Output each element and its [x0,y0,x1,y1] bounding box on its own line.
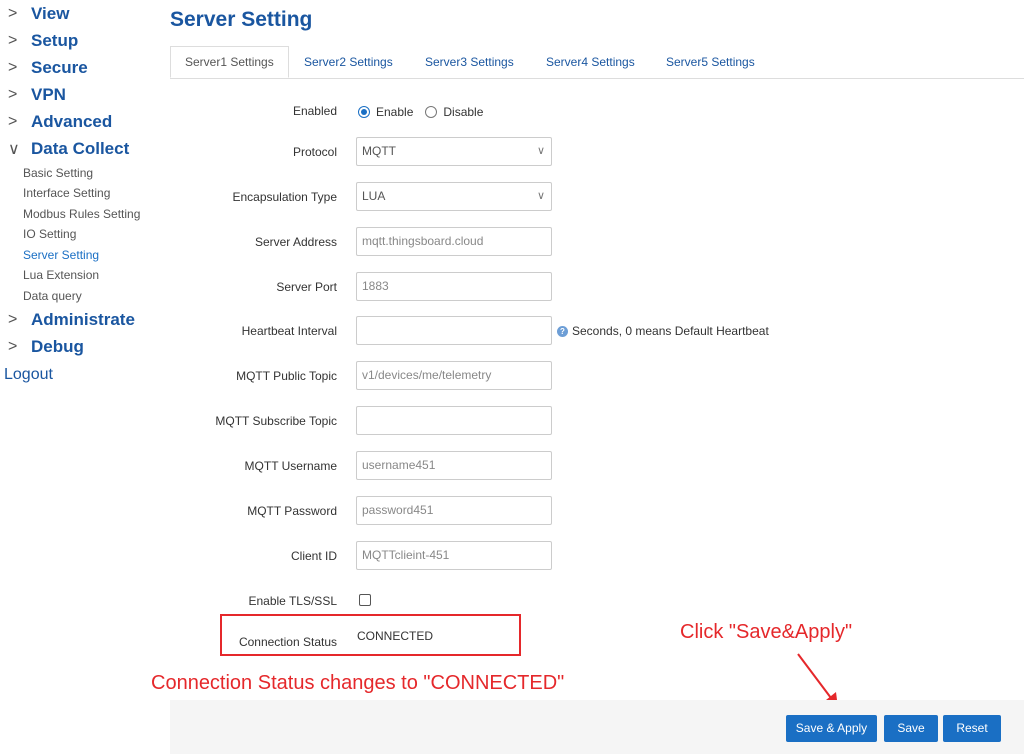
enable-radio[interactable] [358,105,370,118]
protocol-label: Protocol [292,145,337,159]
server-address-input[interactable]: mqtt.thingsboard.cloud [356,227,552,256]
username-label: MQTT Username [244,459,337,473]
chevron-right-icon: > [8,32,18,49]
status-highlight-box [220,614,521,656]
encapsulation-select[interactable]: LUA ∨ [356,182,552,211]
username-input[interactable]: username451 [356,451,552,480]
heartbeat-hint-text: Seconds, 0 means Default Heartbeat [572,324,769,338]
chevron-down-icon: ∨ [536,145,545,157]
tab-server1[interactable]: Server1 Settings [170,46,289,78]
password-label: MQTT Password [247,504,337,518]
chevron-right-icon: > [8,113,18,130]
enabled-label: Enabled [292,104,337,118]
server-tabs: Server1 Settings Server2 Settings Server… [170,46,1024,79]
nav-view[interactable]: > View [8,1,69,27]
nav-administrate[interactable]: > Administrate [8,307,135,333]
chevron-down-icon: ∨ [8,141,20,158]
reset-button[interactable]: Reset [943,715,1001,742]
chevron-right-icon: > [8,86,18,103]
enable-radio-label: Enable [376,104,414,119]
chevron-right-icon: > [8,5,18,22]
protocol-value: MQTT [362,144,396,158]
public-topic-input[interactable]: v1/devices/me/telemetry [356,361,552,390]
encapsulation-label: Encapsulation Type [232,190,337,204]
click-hint-annotation: Click "Save&Apply" [680,621,853,643]
save-button[interactable]: Save [884,715,938,742]
subscribe-topic-label: MQTT Subscribe Topic [215,414,337,428]
sidebar-item-data-query[interactable]: Data query [23,287,82,305]
sidebar-item-modbus-rules[interactable]: Modbus Rules Setting [23,205,140,223]
tab-server5[interactable]: Server5 Settings [666,46,755,78]
tab-server4[interactable]: Server4 Settings [546,46,635,78]
heartbeat-hint: ? Seconds, 0 means Default Heartbeat [557,324,769,338]
sidebar-item-basic-setting[interactable]: Basic Setting [23,164,93,182]
subscribe-topic-input[interactable] [356,406,552,435]
chevron-right-icon: > [8,311,18,328]
logout-link[interactable]: Logout [4,366,53,384]
sidebar-item-interface-setting[interactable]: Interface Setting [23,184,110,202]
status-hint-annotation: Connection Status changes to "CONNECTED" [151,672,565,694]
chevron-right-icon: > [8,59,18,76]
chevron-down-icon: ∨ [536,190,545,202]
heartbeat-input[interactable] [356,316,552,345]
nav-advanced[interactable]: > Advanced [8,109,112,135]
protocol-select[interactable]: MQTT ∨ [356,137,552,166]
nav-data-collect[interactable]: ∨ Data Collect [8,136,129,162]
nav-debug[interactable]: > Debug [8,334,84,360]
tls-checkbox[interactable] [359,594,371,606]
tls-label: Enable TLS/SSL [248,594,337,608]
save-apply-button[interactable]: Save & Apply [786,715,877,742]
nav-vpn[interactable]: > VPN [8,82,66,108]
sidebar-item-io-setting[interactable]: IO Setting [23,225,76,243]
help-icon: ? [557,325,568,337]
server-port-label: Server Port [276,280,337,294]
page-title: Server Setting [170,8,313,31]
nav-setup[interactable]: > Setup [8,28,78,54]
tab-server2[interactable]: Server2 Settings [304,46,393,78]
client-id-input[interactable]: MQTTclieint-451 [356,541,552,570]
password-input[interactable]: password451 [356,496,552,525]
enabled-radio-group: Enable Disable [358,103,495,121]
nav-secure[interactable]: > Secure [8,55,88,81]
server-port-input[interactable]: 1883 [356,272,552,301]
chevron-right-icon: > [8,338,18,355]
disable-radio-label: Disable [443,104,484,119]
encapsulation-value: LUA [362,189,386,203]
disable-radio[interactable] [425,105,438,118]
client-id-label: Client ID [290,549,337,563]
public-topic-label: MQTT Public Topic [236,369,337,383]
sidebar-item-server-setting[interactable]: Server Setting [23,246,99,264]
heartbeat-label: Heartbeat Interval [241,324,337,338]
sidebar-item-lua-extension[interactable]: Lua Extension [23,266,99,284]
server-address-label: Server Address [254,235,337,249]
tab-server3[interactable]: Server3 Settings [425,46,514,78]
